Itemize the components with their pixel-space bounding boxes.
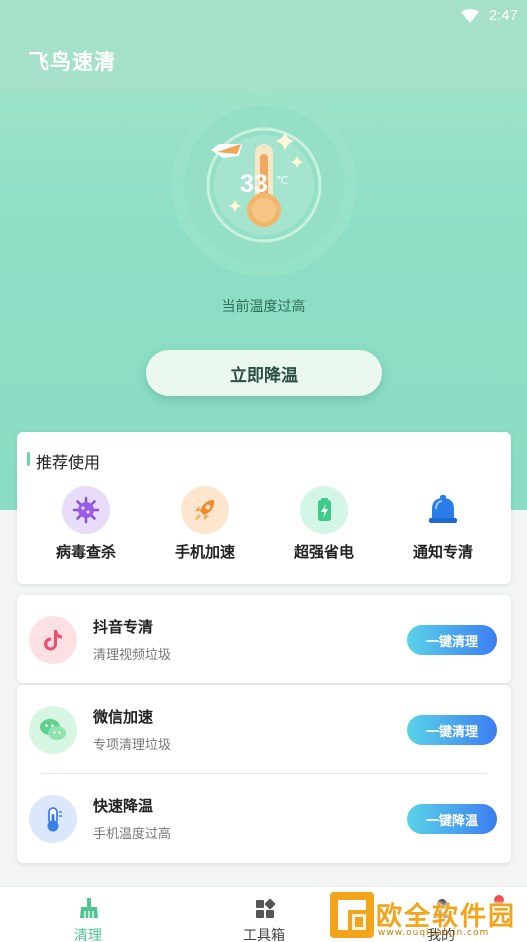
- nav-label: 清理: [74, 928, 102, 942]
- toolbox-icon: [256, 898, 276, 918]
- section-marker: [27, 452, 30, 466]
- watermark-url: www.ouqiuanjin.com: [378, 928, 490, 938]
- task-subtitle: 手机温度过高: [93, 827, 172, 842]
- status-bar: 2:47: [0, 0, 527, 32]
- rocket-icon: [181, 486, 229, 534]
- app-title: 飞鸟速清: [28, 50, 116, 74]
- recommend-card: 推荐使用 病毒查杀 手机加速 超强省电 通知专清: [17, 432, 511, 584]
- nav-tab-clean[interactable]: 清理: [33, 887, 143, 942]
- task-row: 快速降温 手机温度过高 一键降温: [17, 774, 511, 864]
- recommend-item-power-save[interactable]: 超强省电: [269, 486, 379, 562]
- nav-tab-toolbox[interactable]: 工具箱: [209, 887, 319, 942]
- recommend-label: 超强省电: [293, 543, 354, 561]
- thermometer-icon: [29, 795, 77, 843]
- wechat-icon: [29, 706, 77, 754]
- bell-icon: [419, 486, 467, 534]
- task-subtitle: 清理视频垃圾: [93, 648, 172, 663]
- recommend-label: 手机加速: [174, 543, 235, 561]
- cool-down-button[interactable]: 立即降温: [146, 350, 382, 396]
- status-time: 2:47: [488, 7, 518, 24]
- tiktok-icon: [29, 616, 77, 664]
- one-click-cool-button[interactable]: 一键降温: [407, 804, 497, 834]
- task-row: 抖音专清 清理视频垃圾 一键清理: [17, 595, 511, 685]
- broom-icon: [80, 898, 98, 918]
- temperature-status: 当前温度过高: [221, 299, 306, 315]
- one-click-clean-button[interactable]: 一键清理: [407, 625, 497, 655]
- task-card-douyin: 抖音专清 清理视频垃圾 一键清理: [17, 595, 511, 683]
- task-title: 微信加速: [93, 708, 154, 726]
- virus-icon: [62, 486, 110, 534]
- recommend-label: 病毒查杀: [55, 543, 116, 561]
- one-click-clean-button[interactable]: 一键清理: [407, 715, 497, 745]
- task-subtitle: 专项清理垃圾: [93, 738, 172, 753]
- wifi-icon: [461, 9, 479, 23]
- recommend-item-virus-scan[interactable]: 病毒查杀: [31, 486, 141, 562]
- task-title: 快速降温: [93, 797, 154, 815]
- battery-icon: [300, 486, 348, 534]
- task-card-group: 微信加速 专项清理垃圾 一键清理 快速降温 手机温度过高 一键降温: [17, 685, 511, 863]
- temperature-value: 33: [240, 170, 268, 198]
- task-title: 抖音专清: [93, 618, 154, 636]
- recommend-item-phone-boost[interactable]: 手机加速: [150, 486, 260, 562]
- nav-label: 工具箱: [243, 928, 285, 942]
- recommend-label: 通知专清: [412, 543, 473, 561]
- recommend-title: 推荐使用: [36, 453, 101, 472]
- temperature-unit: ℃: [276, 174, 289, 187]
- recommend-item-notification-clean[interactable]: 通知专清: [388, 486, 498, 562]
- task-row: 微信加速 专项清理垃圾 一键清理: [17, 685, 511, 775]
